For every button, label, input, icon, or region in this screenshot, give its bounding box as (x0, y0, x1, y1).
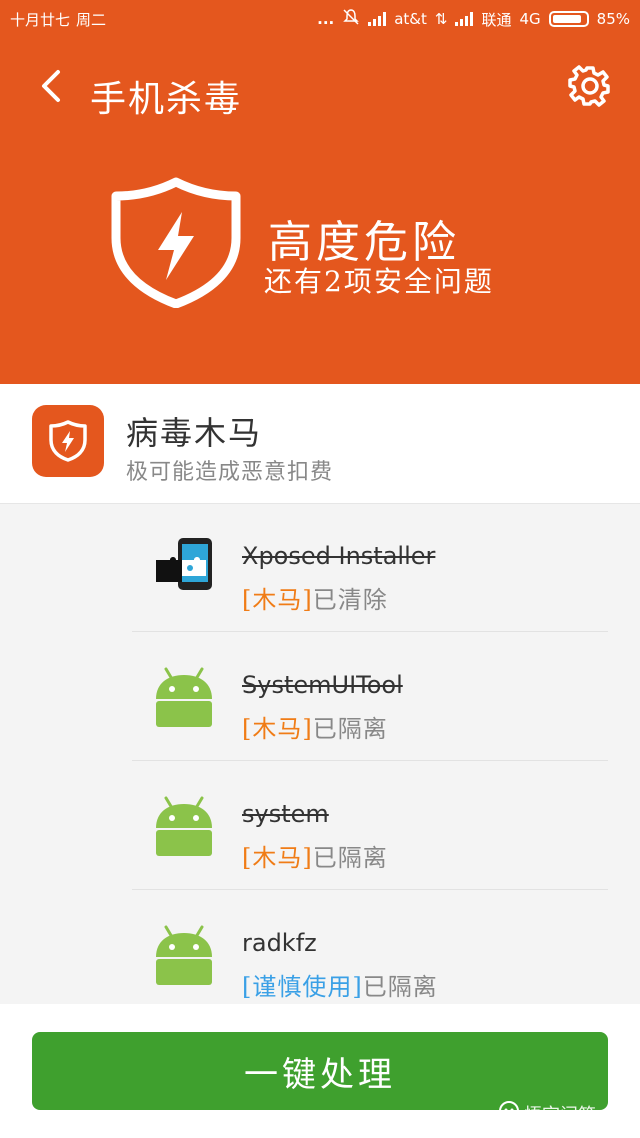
android-icon (152, 794, 216, 858)
app-tag: [木马] (242, 586, 313, 614)
app-status: [谨慎使用]已隔离 (242, 967, 438, 1002)
app-status: [木马]已隔离 (242, 838, 388, 873)
android-icon (152, 665, 216, 729)
threat-app-list[interactable]: Xposed Installer [木马]已清除 SystemUITool [木… (0, 504, 640, 1004)
watermark-logo-icon (498, 1100, 520, 1127)
page-title: 手机杀毒 (90, 79, 243, 120)
settings-button[interactable] (566, 62, 614, 110)
one-click-fix-button[interactable]: 一键处理 (32, 1032, 608, 1110)
more-dots-icon: ... (317, 10, 335, 28)
app-status: [木马]已隔离 (242, 709, 388, 744)
risk-issue-count: 还有2项安全问题 (264, 265, 494, 298)
watermark-text: 悟空问答 (524, 1104, 596, 1126)
app-name: Xposed Installer (242, 542, 436, 570)
app-status-text: 已清除 (312, 586, 388, 614)
xposed-puzzle-icon (152, 536, 216, 600)
mute-icon (342, 8, 360, 30)
watermark: 悟空问答 (498, 1100, 596, 1127)
app-name: system (242, 800, 329, 828)
status-weekday: 周二 (76, 10, 107, 29)
app-status-text: 已隔离 (312, 844, 388, 872)
app-tag: [木马] (242, 715, 313, 743)
status-date: 十月廿七 (10, 10, 71, 29)
chevron-left-icon (42, 70, 60, 102)
carrier-2: 联通 (481, 10, 512, 29)
list-item[interactable]: Xposed Installer [木马]已清除 (132, 504, 608, 632)
battery-percent: 85% (596, 10, 630, 28)
app-tag: [谨慎使用] (242, 973, 363, 1001)
nav-bar: 手机杀毒 (0, 40, 640, 136)
app-status-text: 已隔离 (362, 973, 438, 1001)
gear-icon (568, 65, 610, 107)
battery-icon (548, 11, 589, 27)
list-item[interactable]: radkfz [谨慎使用]已隔离 (132, 891, 608, 1004)
carrier-1: at&t (394, 10, 427, 28)
list-item[interactable]: system [木马]已隔离 (132, 762, 608, 890)
category-title: 病毒木马 (126, 414, 263, 452)
data-arrows-icon: ⇅ (434, 10, 448, 28)
header: 十月廿七 周二 ... at&t ⇅ 联通 4G 85% 手机杀毒 高度危险 还… (0, 0, 640, 384)
bottom-action-bar: 一键处理 悟空问答 (0, 1004, 640, 1138)
android-icon (152, 923, 216, 987)
app-status-text: 已隔离 (312, 715, 388, 743)
shield-bolt-icon (108, 176, 244, 309)
app-tag: [木马] (242, 844, 313, 872)
network-type: 4G (519, 10, 541, 28)
status-bar: 十月廿七 周二 ... at&t ⇅ 联通 4G 85% (0, 0, 640, 38)
app-name: radkfz (242, 929, 317, 957)
app-name: SystemUITool (242, 671, 403, 699)
category-subtitle: 极可能造成恶意扣费 (126, 460, 334, 485)
signal-icon-2 (455, 12, 474, 26)
shield-bolt-icon (32, 405, 104, 477)
back-button[interactable] (28, 60, 72, 112)
app-status: [木马]已清除 (242, 580, 388, 615)
category-virus-trojan[interactable]: 病毒木马 极可能造成恶意扣费 (0, 384, 640, 504)
signal-icon-1 (368, 12, 387, 26)
list-item[interactable]: SystemUITool [木马]已隔离 (132, 633, 608, 761)
